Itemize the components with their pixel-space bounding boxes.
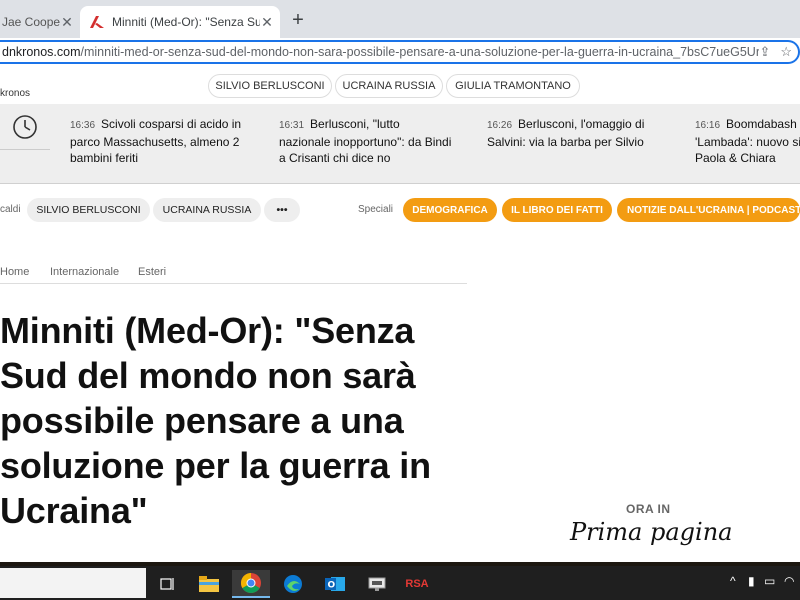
file-explorer-icon[interactable]	[190, 570, 228, 598]
more-menu-button[interactable]: •••	[264, 198, 300, 222]
tab-inactive[interactable]: Jae Coopera ✕	[0, 6, 80, 38]
close-icon[interactable]: ✕	[60, 14, 74, 31]
headline-line: Minniti (Med-Or): "Senza	[0, 310, 415, 351]
speciale-libro-dei-fatti[interactable]: IL LIBRO DEI FATTI	[502, 198, 612, 222]
clock-box	[0, 104, 50, 150]
breadcrumb: Home Internazionale Esteri	[0, 266, 467, 284]
nav-tag-ucraina-russia[interactable]: UCRAINA RUSSIA	[153, 198, 261, 222]
tab-title: Minniti (Med-Or): "Senza Sud del mondo	[112, 15, 260, 29]
ticker-text: 'Lambada': nuovo si	[695, 135, 800, 149]
clock-icon	[13, 114, 37, 139]
ticker-item[interactable]: 16:31 Berlusconi, "lutto nazionale inoppo…	[279, 116, 479, 166]
address-bar[interactable]: dnkronos.com/minniti-med-or-senza-sud-de…	[0, 40, 800, 64]
breadcrumb-home[interactable]: Home	[0, 266, 29, 278]
wifi-icon[interactable]: ◠	[784, 574, 794, 588]
news-ticker: 16:36 Scivoli cosparsi di acido in parco …	[0, 104, 800, 184]
rsa-icon[interactable]: RSA	[398, 570, 436, 598]
task-view-icon[interactable]	[148, 570, 186, 598]
network-drive-icon[interactable]	[358, 570, 396, 598]
browser-toolbar: dnkronos.com/minniti-med-or-senza-sud-de…	[0, 38, 800, 66]
edge-icon[interactable]	[274, 570, 312, 598]
url-host: dnkronos.com	[2, 45, 81, 59]
site-header: kronos SILVIO BERLUSCONI UCRAINA RUSSIA …	[0, 66, 800, 104]
speciale-notizie-ucraina[interactable]: NOTIZIE DALL'UCRAINA | PODCAST	[617, 198, 800, 222]
bookmark-star-icon[interactable]: ☆	[780, 44, 792, 60]
topic-nav-row: caldi SILVIO BERLUSCONI UCRAINA RUSSIA •…	[0, 196, 800, 224]
top-tag-ucraina-russia[interactable]: UCRAINA RUSSIA	[335, 74, 443, 98]
ticker-time: 16:36	[70, 120, 96, 131]
ticker-text: Salvini: via la barba per Silvio	[487, 135, 644, 149]
taskbar-search-box[interactable]	[0, 568, 146, 598]
speciali-label: Speciali	[358, 204, 394, 215]
windows-taskbar: O RSA ^ ▮ ▭ ◠	[0, 566, 800, 600]
usb-device-icon[interactable]: ▮	[748, 574, 755, 588]
headline-line: soluzione per la guerra in	[0, 445, 431, 486]
article-headline: Minniti (Med-Or): "Senza Sud del mondo n…	[0, 308, 470, 533]
svg-text:O: O	[328, 581, 336, 591]
ticker-text: a Crisanti chi dice no	[279, 151, 391, 165]
site-logo[interactable]: kronos	[0, 88, 30, 99]
ticker-text: Berlusconi, "lutto	[310, 117, 400, 131]
headline-line: Sud del mondo non sarà	[0, 355, 416, 396]
headline-line: possibile pensare a una	[0, 400, 404, 441]
ticker-text: parco Massachusetts, almeno 2	[70, 135, 240, 149]
headline-line: Ucraina"	[0, 490, 148, 531]
ticker-time: 16:16	[695, 120, 721, 131]
ticker-time: 16:31	[279, 120, 305, 131]
chevron-up-icon[interactable]: ^	[730, 574, 736, 588]
share-icon[interactable]: ⇪	[759, 44, 770, 60]
top-tag-berlusconi[interactable]: SILVIO BERLUSCONI	[208, 74, 332, 98]
ticker-time: 16:26	[487, 120, 513, 131]
ora-in-label: ORA IN	[626, 502, 671, 516]
new-tab-button[interactable]: +	[286, 8, 310, 32]
ticker-text: Paola & Chiara	[695, 151, 776, 165]
ticker-item[interactable]: 16:26 Berlusconi, l'omaggio di Salvini: v…	[487, 116, 687, 150]
ticker-text: bambini feriti	[70, 151, 139, 165]
speciale-demografica[interactable]: DEMOGRAFICA	[403, 198, 497, 222]
browser-tab-strip: Jae Coopera ✕ Minniti (Med-Or): "Senza S…	[0, 0, 800, 38]
url-path: /minniti-med-or-senza-sud-del-mondo-non-…	[80, 45, 760, 59]
ticker-text: Boomdabash	[726, 117, 797, 131]
prima-pagina-heading[interactable]: Prima pagina	[570, 518, 732, 546]
chrome-icon[interactable]	[232, 570, 270, 598]
url-text[interactable]: dnkronos.com/minniti-med-or-senza-sud-de…	[2, 45, 759, 59]
nav-tag-berlusconi[interactable]: SILVIO BERLUSCONI	[27, 198, 150, 222]
ticker-text: Berlusconi, l'omaggio di	[518, 117, 645, 131]
ticker-item[interactable]: 16:16 Boomdabash 'Lambada': nuovo si Paol…	[695, 116, 800, 166]
adnkronos-favicon-icon	[90, 16, 104, 28]
close-icon[interactable]: ✕	[260, 14, 274, 31]
outlook-icon[interactable]: O	[316, 570, 354, 598]
ticker-text: Scivoli cosparsi di acido in	[101, 117, 242, 131]
nav-label: caldi	[0, 204, 21, 215]
battery-icon[interactable]: ▭	[764, 574, 775, 588]
ticker-item[interactable]: 16:36 Scivoli cosparsi di acido in parco …	[70, 116, 270, 166]
breadcrumb-internazionale[interactable]: Internazionale	[50, 266, 119, 278]
breadcrumb-esteri[interactable]: Esteri	[138, 266, 166, 278]
ticker-text: nazionale inopportuno": da Bindi	[279, 135, 452, 149]
tab-active[interactable]: Minniti (Med-Or): "Senza Sud del mondo ✕	[80, 6, 280, 38]
tab-title: Jae Coopera	[2, 15, 60, 29]
top-tag-giulia-tramontano[interactable]: GIULIA TRAMONTANO	[446, 74, 580, 98]
